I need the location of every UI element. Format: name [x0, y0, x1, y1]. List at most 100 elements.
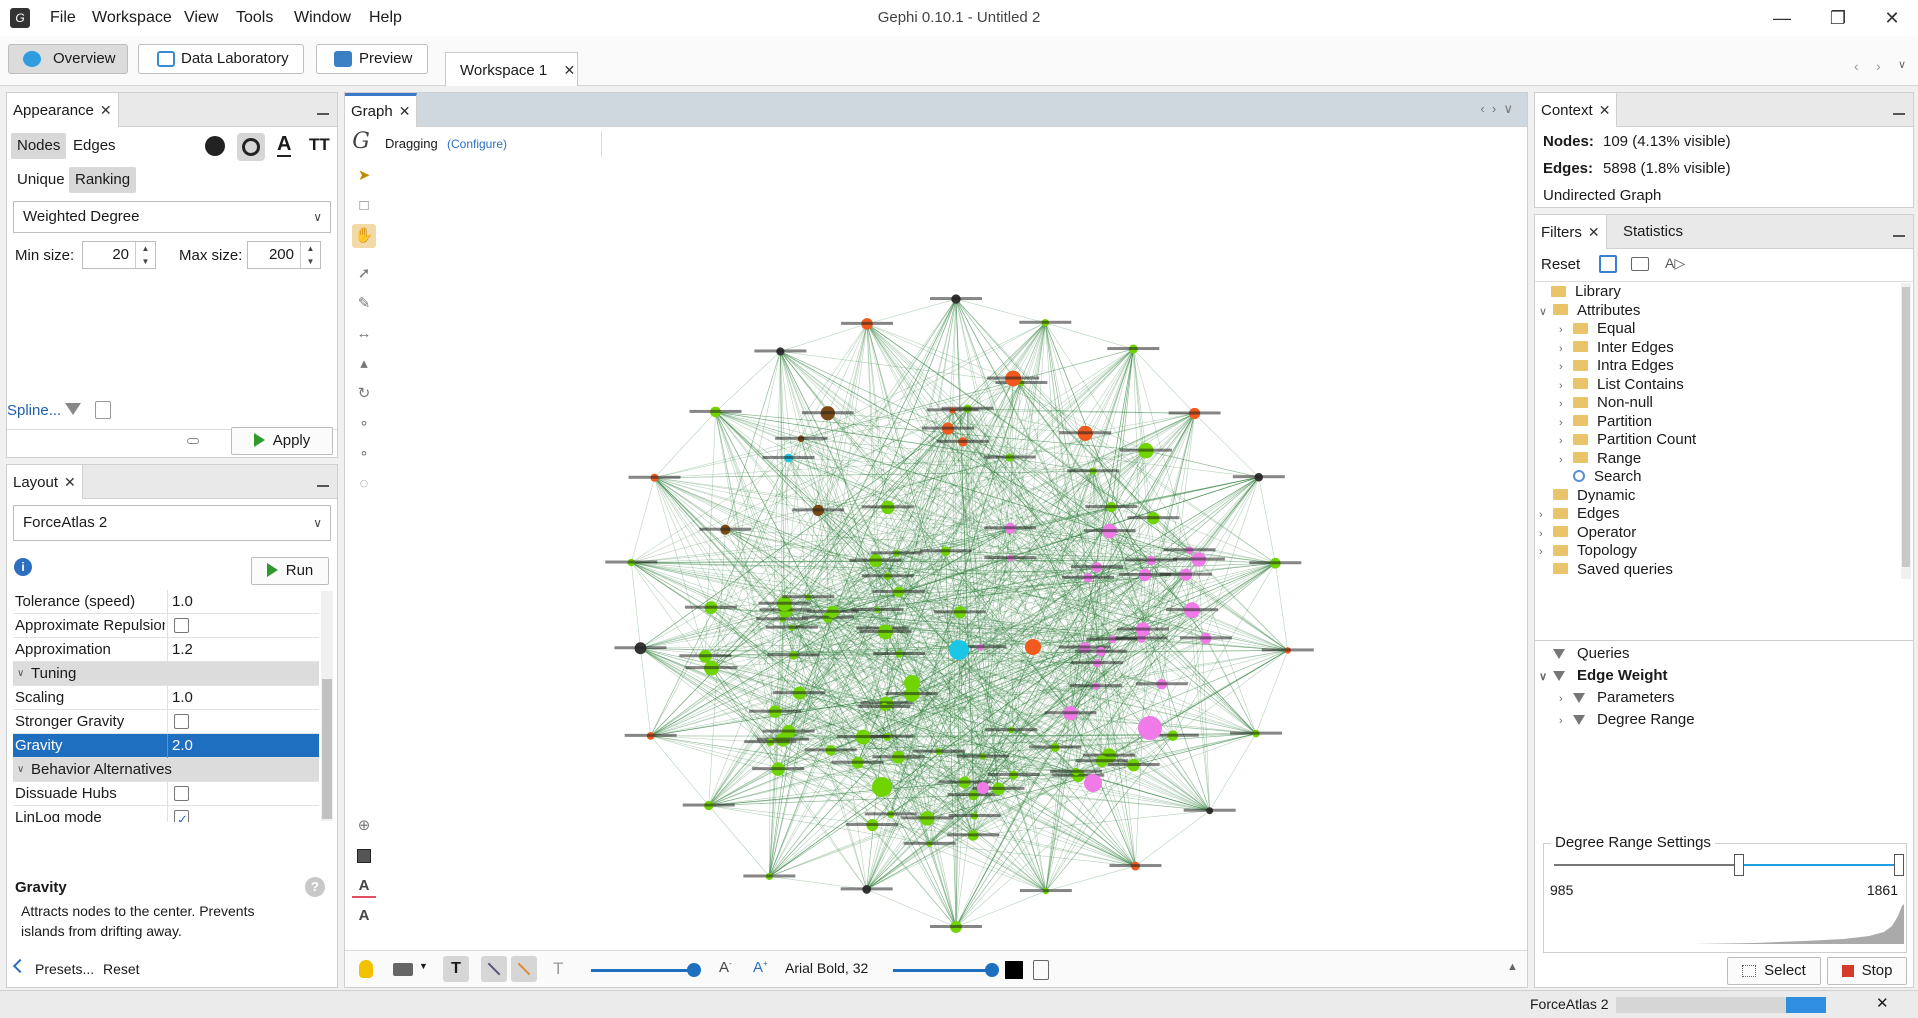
appearance-tab[interactable]: Appearance ✕ — [7, 93, 119, 127]
preview-mode-button[interactable]: Preview — [316, 44, 428, 74]
run-layout-button[interactable]: Run — [251, 557, 329, 585]
menu-file[interactable]: File — [50, 9, 76, 27]
zoom-fit-icon[interactable]: ⊕ — [352, 814, 376, 838]
property-row[interactable]: Gravity 2.0 — [13, 734, 319, 758]
reset-layout-link[interactable]: Reset — [103, 961, 140, 977]
filter-funnel-icon[interactable] — [65, 403, 81, 415]
nodes-toggle[interactable]: Nodes — [11, 133, 67, 159]
spinner-arrows-icon[interactable]: ▲ ▼ — [135, 242, 155, 268]
property-checkbox[interactable] — [174, 618, 189, 633]
collapse-chevron-icon[interactable]: ∨ — [17, 758, 24, 782]
size-icon[interactable] — [237, 133, 265, 161]
close-layout-icon[interactable]: ✕ — [64, 474, 76, 490]
edge-scale-slider[interactable] — [591, 963, 701, 977]
font-color-icon[interactable]: A — [352, 874, 376, 898]
property-value[interactable] — [167, 710, 317, 734]
property-category[interactable]: ∨ Tuning — [13, 662, 319, 686]
close-appearance-icon[interactable]: ✕ — [100, 102, 112, 118]
tree-chevron-icon[interactable]: ∨ — [1539, 666, 1553, 688]
property-value[interactable]: 1.2 — [167, 638, 317, 662]
select-arrow-icon[interactable]: ➤ — [352, 164, 376, 188]
workspace-nav-right-icon[interactable]: › — [1876, 58, 1881, 74]
minimize-appearance-icon[interactable] — [317, 113, 329, 115]
query-degree-range[interactable]: › Degree Range — [1559, 709, 1695, 731]
collapse-chevron-icon[interactable]: ∨ — [17, 662, 24, 686]
max-size-spinner[interactable]: 200 ▲ ▼ — [247, 241, 321, 269]
property-value[interactable]: 2.0 — [167, 734, 317, 758]
menu-workspace[interactable]: Workspace — [92, 9, 172, 27]
menu-window[interactable]: Window — [294, 9, 351, 27]
property-value[interactable] — [167, 782, 317, 806]
show-labels-icon[interactable]: T — [443, 956, 469, 982]
drag-hand-icon[interactable]: ✋ — [352, 224, 376, 248]
background-color-icon[interactable] — [352, 844, 376, 868]
copy-icon[interactable] — [95, 401, 111, 419]
maximize-window-button[interactable]: ❐ — [1818, 4, 1858, 32]
ranking-attribute-select[interactable]: Weighted Degree ∨ — [13, 201, 331, 233]
filter-settings-icon[interactable] — [1631, 257, 1649, 271]
menu-view[interactable]: View — [184, 9, 218, 27]
property-value[interactable]: 1.0 — [167, 590, 317, 614]
spline-link[interactable]: Spline... — [7, 402, 61, 419]
presets-link[interactable]: Presets... — [35, 961, 94, 977]
palette-icon[interactable] — [205, 136, 225, 156]
statistics-tab[interactable]: Statistics — [1623, 215, 1689, 249]
clipboard-icon[interactable] — [1033, 960, 1049, 980]
degree-range-slider[interactable] — [1554, 854, 1904, 876]
close-graph-icon[interactable]: ✕ — [399, 103, 411, 119]
rectangle-select-icon[interactable]: □ — [352, 194, 376, 218]
filters-tab[interactable]: Filters ✕ — [1535, 215, 1607, 249]
label-size-icon[interactable]: TT — [309, 135, 330, 155]
minimize-window-button[interactable]: — — [1762, 4, 1802, 32]
paint-bucket-icon[interactable]: ▴ — [352, 352, 376, 376]
minimize-context-icon[interactable] — [1893, 113, 1905, 115]
apply-button[interactable]: Apply — [231, 427, 333, 455]
data-laboratory-button[interactable]: Data Laboratory — [138, 44, 304, 74]
expanded-chevron-icon[interactable]: ∨ — [1539, 301, 1553, 323]
query-edge-weight[interactable]: ∨ Edge Weight — [1539, 665, 1668, 687]
shortest-path-icon[interactable]: ↔ — [352, 322, 376, 346]
graph-canvas[interactable] — [381, 163, 1526, 948]
label-size-mode-icon[interactable]: T — [553, 959, 563, 979]
edge-color-icon[interactable] — [511, 956, 537, 982]
font-increase-icon[interactable]: A+ — [753, 959, 768, 976]
heat-map-icon[interactable]: ↻ — [352, 382, 376, 406]
configure-link[interactable]: (Configure) — [447, 137, 507, 151]
layout-algorithm-select[interactable]: ForceAtlas 2 ∨ — [13, 505, 331, 541]
close-filters-icon[interactable]: ✕ — [1588, 224, 1600, 240]
property-row[interactable]: Dissuade Hubs — [13, 782, 319, 806]
tree-chevron-icon[interactable]: › — [1559, 710, 1573, 732]
label-color-icon[interactable]: A — [277, 133, 292, 157]
select-button[interactable]: Select — [1727, 957, 1821, 985]
stop-layout-icon[interactable]: ✕ — [1876, 994, 1889, 1012]
tree-group[interactable]: Saved queries — [1539, 559, 1673, 581]
property-row[interactable]: LinLog mode — [13, 806, 319, 822]
property-checkbox[interactable] — [174, 714, 189, 729]
edges-visibility-icon[interactable] — [481, 956, 507, 982]
property-row[interactable]: Approximation 1.2 — [13, 638, 319, 662]
help-icon[interactable]: ? — [305, 877, 325, 897]
close-workspace-icon[interactable]: ✕ — [563, 62, 575, 78]
export-filter-icon[interactable] — [1599, 255, 1617, 273]
edges-toggle[interactable]: Edges — [67, 133, 122, 159]
expand-toolbar-icon[interactable]: ▲ — [1507, 961, 1518, 973]
label-scale-slider[interactable] — [893, 963, 999, 977]
property-row[interactable]: Tolerance (speed) 1.0 — [13, 590, 319, 614]
pencil-icon[interactable]: ✎ — [352, 292, 376, 316]
stop-filter-button[interactable]: Stop — [1827, 957, 1907, 985]
spinner-arrows-icon[interactable]: ▲ ▼ — [300, 242, 320, 268]
properties-scrollbar[interactable] — [321, 591, 333, 821]
property-checkbox[interactable] — [174, 786, 189, 801]
info-icon[interactable]: i — [14, 558, 32, 576]
library-scrollbar[interactable] — [1901, 283, 1911, 579]
minimize-filters-icon[interactable] — [1893, 235, 1905, 237]
property-value[interactable] — [167, 806, 317, 822]
close-window-button[interactable]: ✕ — [1872, 4, 1912, 32]
workspace-list-icon[interactable]: ∨ — [1898, 58, 1906, 71]
network-graph[interactable] — [381, 163, 1526, 948]
query-parameters[interactable]: › Parameters — [1559, 687, 1675, 709]
overview-mode-button[interactable]: Overview — [8, 44, 128, 74]
edge-pencil-icon[interactable]: ∘ — [352, 442, 376, 466]
unique-tab[interactable]: Unique — [11, 167, 71, 193]
minimize-layout-icon[interactable] — [317, 485, 329, 487]
